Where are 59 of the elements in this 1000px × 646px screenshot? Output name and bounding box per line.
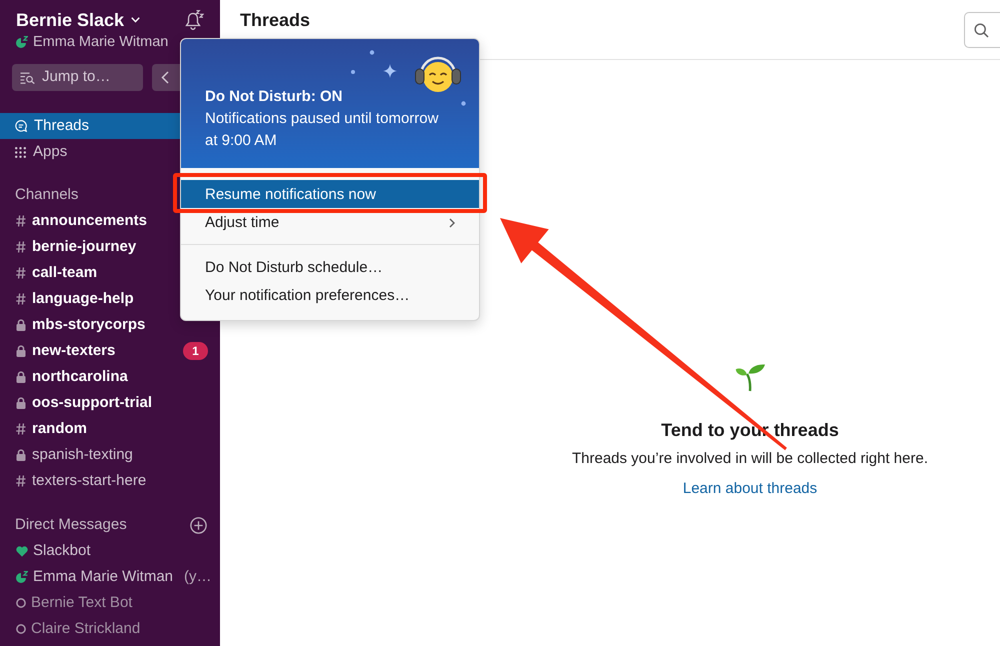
smiley-headphones-icon	[414, 55, 462, 93]
search-field[interactable]	[964, 12, 1000, 48]
lock-icon	[16, 449, 26, 461]
hash-icon	[16, 215, 26, 227]
away-status-icon	[16, 624, 26, 634]
search-icon	[974, 22, 989, 38]
section-heading[interactable]: Direct Messages	[15, 514, 127, 536]
hash-icon	[16, 241, 26, 253]
lock-icon	[16, 319, 26, 331]
stars-decoration	[350, 50, 398, 79]
lock-icon	[16, 371, 26, 383]
sprout-icon	[734, 363, 766, 392]
channel-item[interactable]: language-help	[16, 289, 134, 309]
heart-icon	[16, 546, 28, 556]
grid-dots-icon	[15, 146, 26, 158]
channel-item[interactable]: oos-support-trial	[16, 393, 152, 413]
learn-link[interactable]: Learn about threads	[682, 479, 818, 499]
chevron-left-icon	[161, 71, 169, 84]
workspace-menu[interactable]: Bernie Slack	[16, 9, 140, 31]
empty-state-text: Threads you’re involved in will be collected right here.	[572, 449, 928, 469]
channel-item[interactable]: mbs-storycorps	[16, 315, 146, 335]
moon-status-icon	[16, 571, 28, 583]
direct-message-item[interactable]: Slackbot	[16, 541, 91, 561]
lock-icon	[16, 397, 26, 409]
page-title: Threads	[240, 9, 310, 31]
speech-bubble-icon	[15, 120, 27, 132]
direct-message-item[interactable]: Claire Strickland	[16, 619, 140, 639]
menu-item[interactable]: Resume notifications now	[181, 180, 479, 208]
away-status-icon	[16, 598, 26, 608]
hash-icon	[16, 475, 26, 487]
menu-item[interactable]: Your notification preferences…	[181, 281, 479, 309]
channel-item[interactable]: call-team	[16, 263, 98, 283]
moon-status-icon	[16, 36, 28, 48]
channel-item[interactable]: new-texters	[16, 341, 116, 361]
dnd-status-title: Do Not Disturb: ON	[205, 87, 342, 107]
menu-item[interactable]: Adjust time	[181, 213, 479, 232]
bell-snooze-icon[interactable]	[185, 10, 204, 30]
section-heading[interactable]: Channels	[15, 184, 78, 206]
hash-icon	[16, 267, 26, 279]
chevron-right-icon	[449, 218, 455, 228]
caret-icon	[131, 17, 140, 23]
channel-item[interactable]: texters-start-here	[16, 471, 146, 491]
channel-item[interactable]: spanish-texting	[16, 445, 133, 465]
add-icon[interactable]	[190, 516, 207, 534]
direct-message-item[interactable]: Bernie Text Bot	[16, 593, 132, 613]
star-dot-icon	[461, 101, 466, 106]
lock-icon	[16, 345, 26, 357]
jump-to-button[interactable]: Jump to…	[12, 64, 143, 91]
channel-item[interactable]: bernie-journey	[16, 237, 136, 257]
channel-item[interactable]: northcarolina	[16, 367, 128, 387]
channel-item[interactable]: random	[16, 419, 88, 439]
hash-icon	[16, 423, 26, 435]
direct-message-item[interactable]: Emma Marie Witman (y…	[16, 567, 212, 587]
unread-count-badge: 1	[183, 342, 208, 360]
user-name: Emma Marie Witman	[33, 33, 168, 52]
menu-item[interactable]: Do Not Disturb schedule…	[181, 253, 479, 281]
search-list-icon	[20, 72, 35, 84]
channel-item[interactable]: announcements	[16, 211, 148, 231]
hash-icon	[16, 293, 26, 305]
